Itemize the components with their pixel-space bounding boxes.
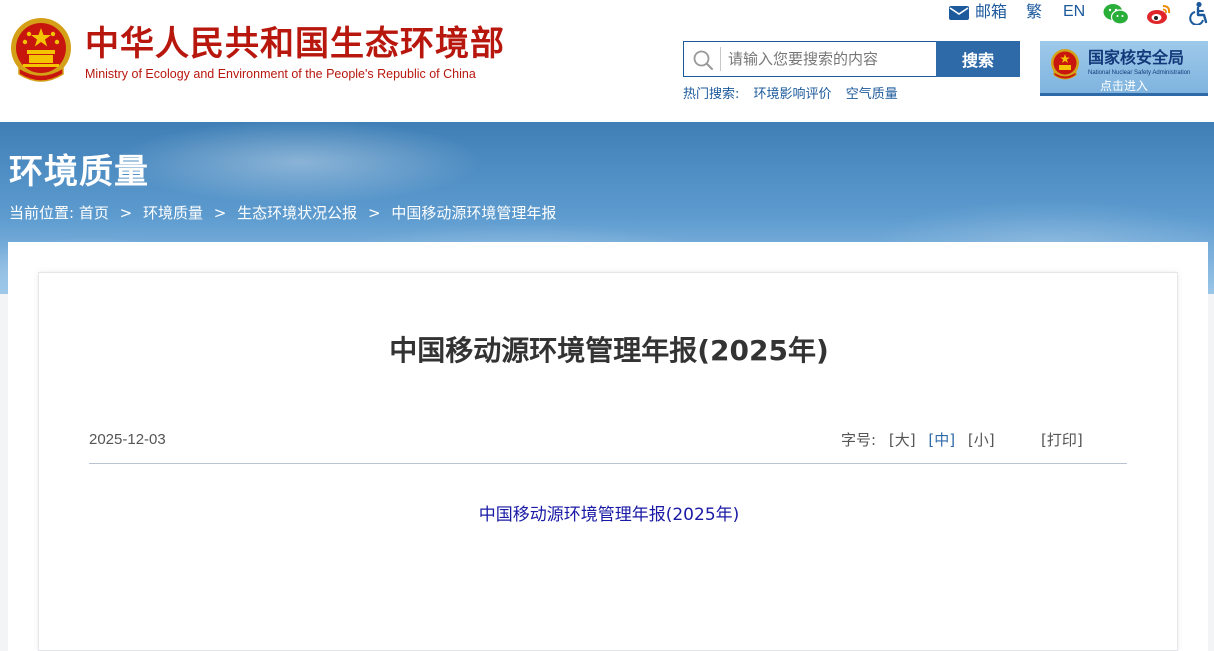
article-date: 2025-12-03 bbox=[89, 431, 166, 448]
site-title-english[interactable]: Ministry of Ecology and Environment of t… bbox=[85, 66, 476, 82]
search-box bbox=[683, 41, 937, 77]
site-header: 中华人民共和国生态环境部 Ministry of Ecology and Env… bbox=[0, 0, 1214, 122]
nnsa-enter-label: 点击进入 bbox=[1099, 79, 1148, 93]
site-title[interactable]: 中华人民共和国生态环境部 bbox=[85, 22, 505, 66]
nnsa-name: 国家核安全局 bbox=[1088, 48, 1185, 67]
font-size-control: 字号: [大] [中] [小] bbox=[841, 429, 995, 451]
section-title: 环境质量 bbox=[9, 152, 149, 192]
font-size-label: 字号: bbox=[841, 431, 877, 449]
breadcrumb-label: 当前位置: bbox=[9, 204, 75, 222]
article-card: 中国移动源环境管理年报(2025年) 2025-12-03 字号: [大] [中… bbox=[38, 272, 1178, 651]
accessibility-icon[interactable] bbox=[1188, 1, 1210, 25]
hot-search-link-air-quality[interactable]: 空气质量 bbox=[846, 87, 898, 102]
document-link[interactable]: 中国移动源环境管理年报(2025年) bbox=[39, 503, 1179, 527]
font-size-medium[interactable]: [中] bbox=[928, 431, 955, 449]
mail-icon[interactable] bbox=[949, 6, 969, 20]
breadcrumb-bulletin[interactable]: 生态环境状况公报 bbox=[237, 204, 357, 222]
national-emblem-icon[interactable] bbox=[9, 16, 73, 88]
article-divider bbox=[89, 463, 1127, 464]
font-size-large[interactable]: [大] bbox=[889, 431, 916, 449]
breadcrumb-separator: > bbox=[367, 204, 381, 222]
nnsa-emblem-icon bbox=[1051, 49, 1079, 80]
font-size-small[interactable]: [小] bbox=[968, 431, 995, 449]
wechat-icon[interactable] bbox=[1103, 3, 1129, 25]
weibo-icon[interactable] bbox=[1146, 3, 1172, 25]
search-button[interactable]: 搜索 bbox=[936, 41, 1020, 77]
english-link[interactable]: EN bbox=[1063, 0, 1085, 24]
traditional-chinese-link[interactable]: 繁 bbox=[1026, 0, 1042, 24]
breadcrumb: 当前位置: 首页 > 环境质量 > 生态环境状况公报 > 中国移动源环境管理年报 bbox=[9, 202, 556, 224]
breadcrumb-separator: > bbox=[119, 204, 133, 222]
hot-search-link-eia[interactable]: 环境影响评价 bbox=[754, 87, 832, 102]
breadcrumb-current[interactable]: 中国移动源环境管理年报 bbox=[391, 204, 556, 222]
search-divider bbox=[720, 47, 721, 71]
mail-link[interactable]: 邮箱 bbox=[975, 0, 1007, 24]
hot-search-label: 热门搜索: bbox=[683, 87, 740, 102]
article-title: 中国移动源环境管理年报(2025年) bbox=[389, 334, 829, 367]
hot-search: 热门搜索: 环境影响评价 空气质量 bbox=[683, 86, 898, 104]
print-button[interactable]: [打印] bbox=[1041, 429, 1083, 451]
breadcrumb-environment-quality[interactable]: 环境质量 bbox=[143, 204, 203, 222]
search-input[interactable] bbox=[728, 42, 933, 76]
nnsa-banner-link[interactable]: 国家核安全局 National Nuclear Safety Administr… bbox=[1040, 41, 1208, 96]
breadcrumb-separator: > bbox=[213, 204, 227, 222]
nnsa-name-english: National Nuclear Safety Administration bbox=[1088, 70, 1191, 76]
search-icon bbox=[693, 50, 713, 70]
breadcrumb-home[interactable]: 首页 bbox=[79, 204, 109, 222]
